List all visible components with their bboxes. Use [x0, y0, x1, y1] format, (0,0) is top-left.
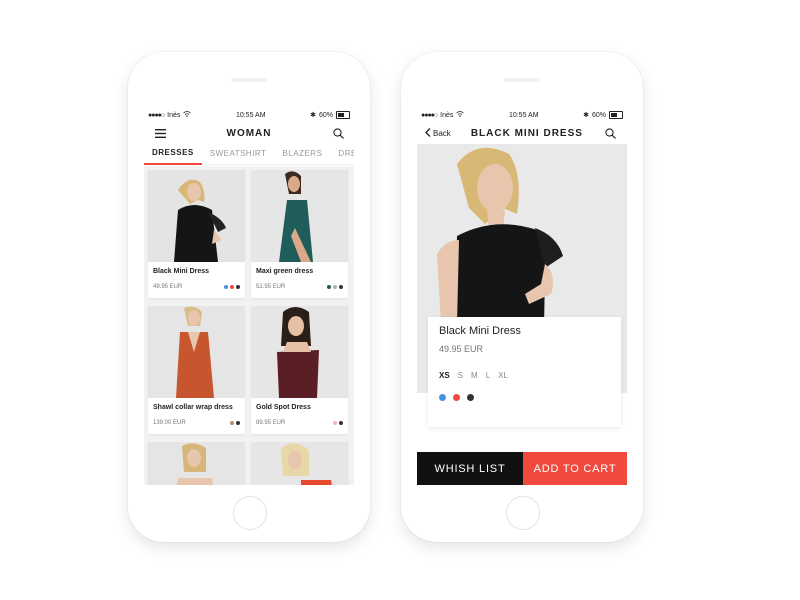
wish-list-button[interactable]: WHISH LIST [417, 452, 523, 485]
product-name: Shawl collar wrap dress [153, 404, 233, 411]
search-icon[interactable] [603, 125, 619, 141]
product-image [148, 170, 245, 262]
product-card[interactable] [148, 442, 245, 485]
swatch[interactable] [333, 285, 337, 289]
product-grid: Black Mini Dress 49.95 EUR Maxi green dr… [144, 166, 354, 485]
add-to-cart-button[interactable]: ADD TO CART [523, 452, 627, 485]
signal-icon: ●●●●○ [421, 111, 438, 119]
product-image [251, 170, 348, 262]
battery-percent: 60% [591, 111, 606, 119]
color-swatches [327, 285, 343, 289]
product-image [251, 306, 348, 398]
product-name: Gold Spot Dress [256, 404, 311, 411]
product-image [251, 442, 348, 485]
swatch[interactable] [339, 285, 343, 289]
size-option-l[interactable]: L [486, 371, 490, 380]
product-image [148, 442, 245, 485]
size-option-s[interactable]: S [458, 371, 463, 380]
clock: 10:55 AM [508, 111, 539, 119]
product-price: 49.95 EUR [153, 284, 183, 290]
search-icon[interactable] [330, 125, 346, 141]
product-card[interactable]: Gold Spot Dress 89.95 EUR [251, 306, 348, 434]
detail-navbar: Back BLACK MINI DRESS [417, 122, 627, 144]
swatch[interactable] [327, 285, 331, 289]
color-option-dark[interactable] [467, 394, 474, 401]
bluetooth-icon: ✱ [310, 112, 316, 119]
size-selector: XS S M L XL [439, 371, 508, 380]
color-option-blue[interactable] [439, 394, 446, 401]
swatch[interactable] [339, 421, 343, 425]
status-bar: ●●●●○ Inès 10:55 AM ✱ 60% [144, 108, 354, 122]
action-bar: WHISH LIST ADD TO CART [417, 452, 627, 485]
color-swatches [224, 285, 240, 289]
product-card[interactable]: Shawl collar wrap dress 139.00 EUR [148, 306, 245, 434]
back-button[interactable]: Back [425, 127, 451, 139]
product-price: 89.95 EUR [256, 420, 286, 426]
page-title: BLACK MINI DRESS [470, 127, 583, 139]
swatch[interactable] [230, 421, 234, 425]
wifi-icon [183, 111, 192, 119]
color-option-red[interactable] [453, 394, 460, 401]
swatch[interactable] [230, 285, 234, 289]
swatch[interactable] [333, 421, 337, 425]
battery-percent: 60% [318, 111, 333, 119]
wifi-icon [456, 111, 465, 119]
menu-icon[interactable] [152, 125, 168, 141]
phone-right: ●●●●○ Inès 10:55 AM ✱ 60% Back BLACK MIN… [401, 52, 643, 542]
carrier-label: Inès [167, 111, 181, 119]
chevron-left-icon [425, 127, 431, 139]
product-card[interactable]: Black Mini Dress 49.95 EUR [148, 170, 245, 298]
product-card[interactable] [251, 442, 348, 485]
list-navbar: WOMAN [144, 122, 354, 144]
swatch[interactable] [236, 421, 240, 425]
list-screen: ●●●●○ Inès 10:55 AM ✱ 60% WOMAN DRESSES … [144, 108, 354, 485]
product-card[interactable]: Maxi green dress 52.95 EUR [251, 170, 348, 298]
product-name: Maxi green dress [256, 268, 314, 275]
detail-screen: ●●●●○ Inès 10:55 AM ✱ 60% Back BLACK MIN… [417, 108, 627, 485]
product-price: 139.00 EUR [153, 420, 186, 426]
product-name: Black Mini Dress [439, 325, 521, 337]
phone-left: ●●●●○ Inès 10:55 AM ✱ 60% WOMAN DRESSES … [128, 52, 370, 542]
clock: 10:55 AM [235, 111, 266, 119]
tab-sweatshirt[interactable]: SWEATSHIRT [202, 144, 275, 164]
product-image [148, 306, 245, 398]
color-swatches [230, 421, 240, 425]
product-name: Black Mini Dress [153, 268, 210, 275]
category-tabs: DRESSES SWEATSHIRT BLAZERS DRE [144, 144, 354, 165]
swatch[interactable] [224, 285, 228, 289]
swatch[interactable] [236, 285, 240, 289]
bluetooth-icon: ✱ [583, 112, 589, 119]
product-info-card: Black Mini Dress 49.95 EUR XS S M L XL [428, 317, 621, 427]
battery-icon [336, 111, 350, 119]
color-swatches [333, 421, 343, 425]
battery-icon [609, 111, 623, 119]
status-bar: ●●●●○ Inès 10:55 AM ✱ 60% [417, 108, 627, 122]
back-label: Back [433, 128, 451, 138]
signal-icon: ●●●●○ [148, 111, 165, 119]
size-option-xs[interactable]: XS [439, 371, 450, 380]
tab-blazers[interactable]: BLAZERS [274, 144, 330, 164]
tab-dresses[interactable]: DRESSES [144, 143, 202, 165]
page-title: WOMAN [226, 127, 272, 139]
home-button[interactable] [233, 496, 267, 530]
speaker [231, 78, 267, 82]
speaker [504, 78, 540, 82]
tab-dresses-more[interactable]: DRE [330, 144, 354, 164]
product-price: 49.95 EUR [439, 344, 484, 354]
size-option-m[interactable]: M [471, 371, 478, 380]
product-price: 52.95 EUR [256, 284, 286, 290]
color-selector [439, 394, 474, 401]
home-button[interactable] [506, 496, 540, 530]
carrier-label: Inès [440, 111, 454, 119]
size-option-xl[interactable]: XL [498, 371, 508, 380]
